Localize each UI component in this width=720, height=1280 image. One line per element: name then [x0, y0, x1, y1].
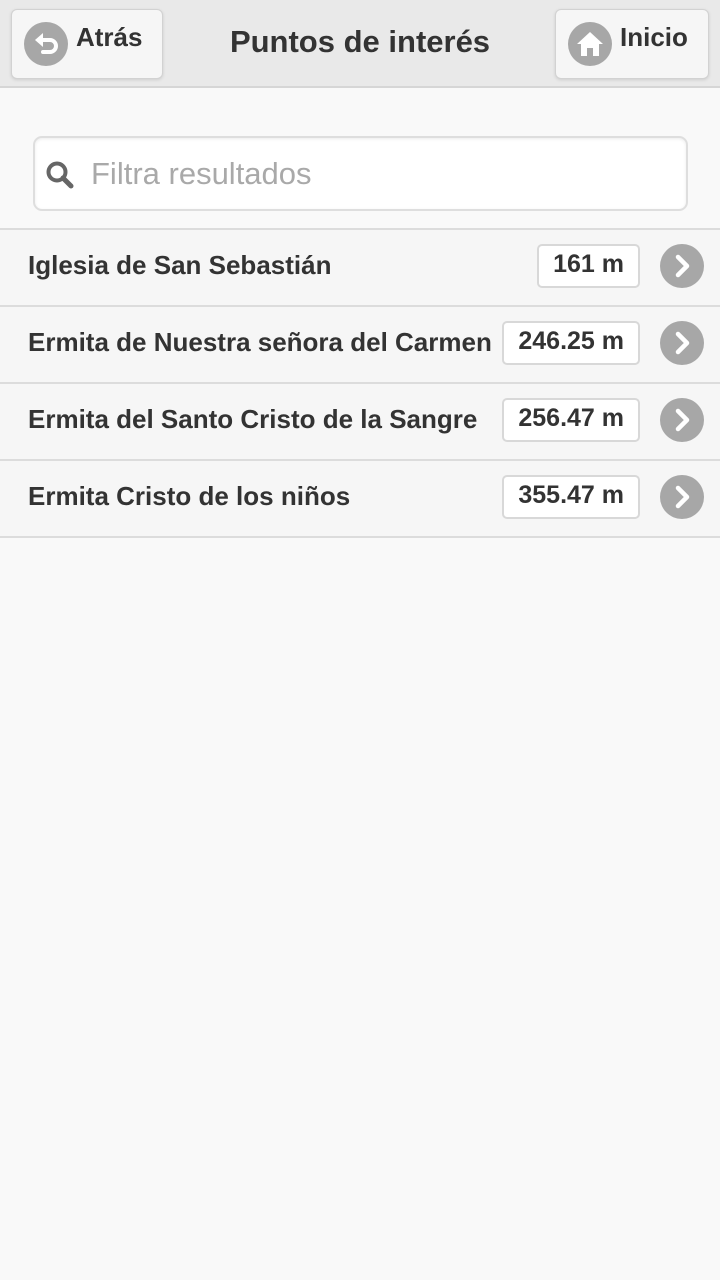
home-label: Inicio [620, 21, 688, 52]
back-label: Atrás [76, 21, 143, 52]
place-name: Iglesia de San Sebastián [28, 250, 332, 280]
distance-badge: 246.25 m [502, 321, 640, 365]
distance-badge: 161 m [537, 244, 640, 288]
distance-badge: 256.47 m [502, 398, 640, 442]
place-name: Ermita del Santo Cristo de la Sangre [28, 404, 478, 434]
chevron-right-icon[interactable] [660, 398, 704, 442]
place-name: Ermita de Nuestra señora del Carmen [28, 327, 492, 357]
list-item[interactable]: Ermita de Nuestra señora del Carmen 246.… [0, 305, 720, 382]
place-name: Ermita Cristo de los niños [28, 481, 351, 511]
search-input[interactable] [91, 150, 671, 198]
undo-arrow-icon [24, 22, 68, 66]
distance-badge: 355.47 m [502, 475, 640, 519]
chevron-right-icon[interactable] [660, 321, 704, 365]
back-button[interactable]: Atrás [11, 9, 163, 79]
chevron-right-icon[interactable] [660, 244, 704, 288]
page-title: Puntos de interés [229, 24, 491, 59]
list-item[interactable]: Ermita del Santo Cristo de la Sangre 256… [0, 382, 720, 459]
search-bar [0, 88, 720, 228]
chevron-right-icon[interactable] [660, 475, 704, 519]
places-list: Iglesia de San Sebastián 161 m Ermita de… [0, 228, 720, 538]
search-box[interactable] [33, 136, 688, 211]
list-item[interactable]: Iglesia de San Sebastián 161 m [0, 228, 720, 305]
home-button[interactable]: Inicio [555, 9, 709, 79]
header-bar: Atrás Puntos de interés Inicio [0, 0, 720, 88]
list-item[interactable]: Ermita Cristo de los niños 355.47 m [0, 459, 720, 538]
home-icon [568, 22, 612, 66]
search-icon [45, 160, 75, 190]
